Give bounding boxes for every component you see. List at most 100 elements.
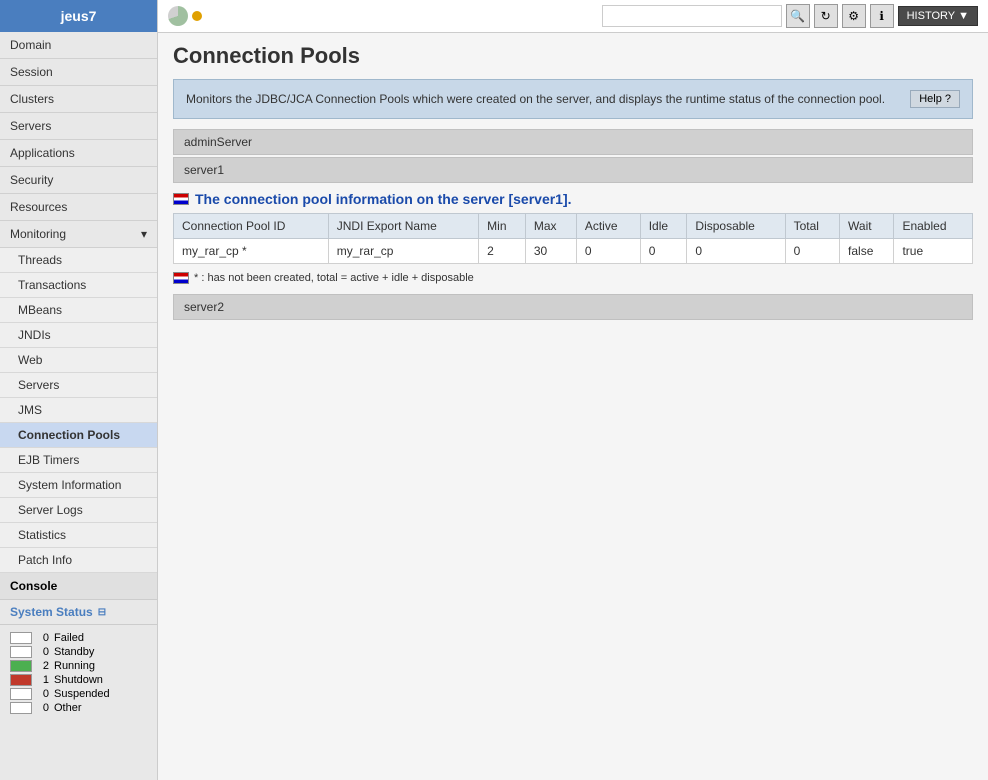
shutdown-label: Shutdown — [54, 674, 103, 686]
monitoring-label: Monitoring — [10, 227, 66, 241]
cell-total: 0 — [785, 239, 839, 264]
sidebar-item-servers-mon[interactable]: Servers — [0, 373, 157, 398]
running-count: 2 — [37, 660, 49, 672]
sidebar-item-mbeans[interactable]: MBeans — [0, 298, 157, 323]
page-title: Connection Pools — [173, 43, 973, 69]
suspended-count: 0 — [37, 688, 49, 700]
top-bar: 🔍 ↻ ⚙ ℹ HISTORY ▼ — [158, 0, 988, 33]
shutdown-count: 1 — [37, 674, 49, 686]
sidebar-item-jms[interactable]: JMS — [0, 398, 157, 423]
sidebar-item-applications[interactable]: Applications — [0, 140, 157, 167]
sidebar-username: jeus7 — [0, 0, 157, 32]
sidebar-item-connection-pools[interactable]: Connection Pools — [0, 423, 157, 448]
loader-dot — [192, 11, 202, 21]
failed-count: 0 — [37, 632, 49, 644]
refresh-button[interactable]: ↻ — [814, 4, 838, 28]
cell-disposable: 0 — [687, 239, 785, 264]
legend-text: * : has not been created, total = active… — [173, 272, 973, 284]
sidebar-item-transactions[interactable]: Transactions — [0, 273, 157, 298]
col-min: Min — [479, 214, 526, 239]
col-active: Active — [576, 214, 640, 239]
server1-title-text: The connection pool information on the s… — [195, 191, 572, 207]
sidebar-item-clusters[interactable]: Clusters — [0, 86, 157, 113]
standby-label: Standby — [54, 646, 94, 658]
global-search-input[interactable] — [602, 5, 782, 27]
loader — [168, 6, 202, 26]
sidebar-item-patch-info[interactable]: Patch Info — [0, 548, 157, 573]
status-other: 0 Other — [10, 702, 147, 714]
suspended-indicator — [10, 688, 32, 700]
status-failed: 0 Failed — [10, 632, 147, 644]
failed-label: Failed — [54, 632, 84, 644]
cell-min: 2 — [479, 239, 526, 264]
col-total: Total — [785, 214, 839, 239]
server1-section-title: The connection pool information on the s… — [173, 191, 973, 207]
history-button[interactable]: HISTORY ▼ — [898, 6, 978, 26]
sidebar-item-domain[interactable]: Domain — [0, 32, 157, 59]
system-status-header: System Status ⊟ — [0, 600, 157, 625]
col-max: Max — [525, 214, 576, 239]
sidebar-item-server-logs[interactable]: Server Logs — [0, 498, 157, 523]
cell-wait: false — [840, 239, 894, 264]
content-area: Connection Pools Monitors the JDBC/JCA C… — [158, 33, 988, 780]
table-row: my_rar_cp * my_rar_cp 2 30 0 0 0 0 false… — [174, 239, 973, 264]
col-pool-id: Connection Pool ID — [174, 214, 329, 239]
cell-jndi: my_rar_cp — [328, 239, 478, 264]
col-wait: Wait — [840, 214, 894, 239]
col-disposable: Disposable — [687, 214, 785, 239]
standby-count: 0 — [37, 646, 49, 658]
running-indicator — [10, 660, 32, 672]
col-idle: Idle — [640, 214, 687, 239]
cell-active: 0 — [576, 239, 640, 264]
other-count: 0 — [37, 702, 49, 714]
suspended-label: Suspended — [54, 688, 110, 700]
failed-indicator — [10, 632, 32, 644]
server2-header: server2 — [173, 294, 973, 320]
cell-idle: 0 — [640, 239, 687, 264]
monitoring-toggle-icon: ▾ — [141, 227, 147, 241]
status-suspended: 0 Suspended — [10, 688, 147, 700]
help-button[interactable]: Help ? — [910, 90, 960, 108]
loader-circle — [168, 6, 188, 26]
sidebar-item-session[interactable]: Session — [0, 59, 157, 86]
sidebar-item-web[interactable]: Web — [0, 348, 157, 373]
sidebar-item-ejb-timers[interactable]: EJB Timers — [0, 448, 157, 473]
legend-flag-icon — [173, 272, 189, 284]
col-enabled: Enabled — [894, 214, 973, 239]
cell-max: 30 — [525, 239, 576, 264]
info-button[interactable]: ℹ — [870, 4, 894, 28]
other-indicator — [10, 702, 32, 714]
status-list: 0 Failed 0 Standby 2 Running 1 Shutdown … — [0, 625, 157, 721]
status-shutdown: 1 Shutdown — [10, 674, 147, 686]
system-status-label: System Status — [10, 605, 93, 619]
sidebar-item-system-information[interactable]: System Information — [0, 473, 157, 498]
legend-label: * : has not been created, total = active… — [194, 272, 474, 284]
sidebar-item-security[interactable]: Security — [0, 167, 157, 194]
search-button[interactable]: 🔍 — [786, 4, 810, 28]
system-status-icon: ⊟ — [98, 607, 106, 618]
console-label: Console — [0, 573, 157, 600]
sidebar-monitoring-section[interactable]: Monitoring ▾ — [0, 221, 157, 248]
running-label: Running — [54, 660, 95, 672]
admin-server-header: adminServer — [173, 129, 973, 155]
status-standby: 0 Standby — [10, 646, 147, 658]
server1-header: server1 — [173, 157, 973, 183]
settings-button[interactable]: ⚙ — [842, 4, 866, 28]
sidebar-item-servers[interactable]: Servers — [0, 113, 157, 140]
history-label: HISTORY — [907, 10, 956, 22]
cell-enabled: true — [894, 239, 973, 264]
status-running: 2 Running — [10, 660, 147, 672]
flag-icon — [173, 193, 189, 205]
other-label: Other — [54, 702, 82, 714]
info-box: Monitors the JDBC/JCA Connection Pools w… — [173, 79, 973, 119]
info-text: Monitors the JDBC/JCA Connection Pools w… — [186, 90, 900, 108]
shutdown-indicator — [10, 674, 32, 686]
sidebar-item-threads[interactable]: Threads — [0, 248, 157, 273]
sidebar-item-resources[interactable]: Resources — [0, 194, 157, 221]
sidebar-item-statistics[interactable]: Statistics — [0, 523, 157, 548]
connection-pools-table: Connection Pool ID JNDI Export Name Min … — [173, 213, 973, 264]
col-jndi: JNDI Export Name — [328, 214, 478, 239]
history-arrow-icon: ▼ — [958, 10, 969, 22]
sidebar-item-jndis[interactable]: JNDIs — [0, 323, 157, 348]
cell-pool-id: my_rar_cp * — [174, 239, 329, 264]
